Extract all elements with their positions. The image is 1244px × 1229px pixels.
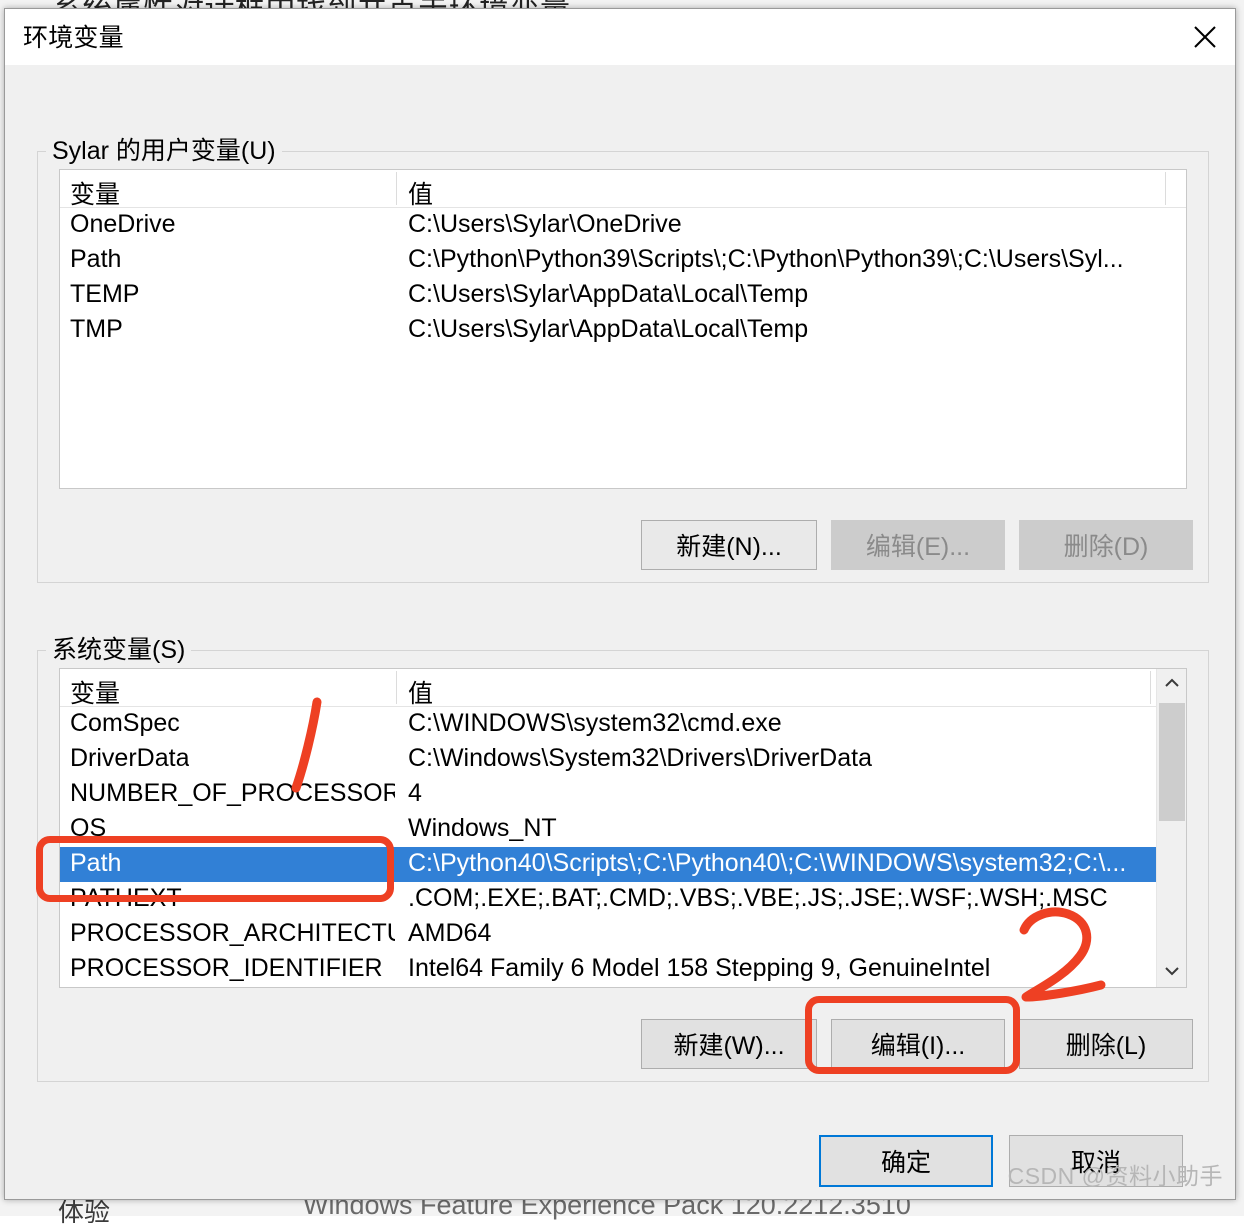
variable-name: Path: [70, 849, 122, 877]
variable-value: Windows_NT: [408, 814, 557, 842]
chevron-down-icon: [1164, 963, 1180, 981]
table-row[interactable]: OS Windows_NT: [60, 812, 1186, 847]
dialog-titlebar: 环境变量: [5, 9, 1235, 65]
variable-name: DriverData: [70, 744, 190, 772]
variable-value: C:\Users\Sylar\AppData\Local\Temp: [408, 315, 809, 343]
watermark: CSDN @资料小助手: [1007, 1163, 1223, 1189]
variable-value: C:\WINDOWS\system32\cmd.exe: [408, 709, 782, 737]
chevron-up-icon: [1164, 675, 1180, 693]
table-row[interactable]: NUMBER_OF_PROCESSORS 4: [60, 777, 1186, 812]
system-variables-list[interactable]: 变量 值 ComSpec C:\WINDOWS\system32\cmd.exe…: [59, 668, 1187, 988]
variable-name: Path: [70, 245, 122, 273]
dialog-title: 环境变量: [23, 24, 124, 52]
system-list-header: 变量 值: [60, 669, 1186, 710]
column-divider: [1150, 671, 1151, 704]
variable-value: C:\Python40\Scripts\;C:\Python40\;C:\WIN…: [408, 849, 1127, 877]
column-header-value[interactable]: 值: [408, 175, 433, 211]
table-row[interactable]: Path C:\Python\Python39\Scripts\;C:\Pyth…: [60, 243, 1186, 278]
system-new-button[interactable]: 新建(W)...: [641, 1019, 817, 1069]
scroll-down-button[interactable]: [1157, 957, 1186, 987]
variable-value: C:\Windows\System32\Drivers\DriverData: [408, 744, 872, 772]
variable-name: OneDrive: [70, 210, 176, 238]
variable-name: OS: [70, 814, 107, 842]
variable-name: PATHEXT: [70, 884, 182, 912]
ok-button[interactable]: 确定: [819, 1135, 993, 1187]
user-variables-list[interactable]: 变量 值 OneDrive C:\Users\Sylar\OneDrive Pa…: [59, 169, 1187, 489]
system-list-scrollbar[interactable]: [1156, 669, 1186, 987]
user-delete-button: 删除(D): [1019, 520, 1193, 570]
scrollbar-thumb[interactable]: [1159, 703, 1185, 821]
user-variables-legend: Sylar 的用户变量(U): [46, 135, 282, 169]
table-row[interactable]: OneDrive C:\Users\Sylar\OneDrive: [60, 208, 1186, 243]
system-delete-button[interactable]: 删除(L): [1019, 1019, 1193, 1069]
variable-value: .COM;.EXE;.BAT;.CMD;.VBS;.VBE;.JS;.JSE;.…: [408, 884, 1108, 912]
close-button[interactable]: [1175, 9, 1235, 64]
column-header-variable[interactable]: 变量: [70, 674, 120, 710]
table-row[interactable]: TMP C:\Users\Sylar\AppData\Local\Temp: [60, 313, 1186, 348]
variable-value: Intel64 Family 6 Model 158 Stepping 9, G…: [408, 954, 991, 982]
table-row[interactable]: PROCESSOR_ARCHITECTU... AMD64: [60, 917, 1186, 952]
variable-name: TEMP: [70, 280, 140, 308]
table-row[interactable]: DriverData C:\Windows\System32\Drivers\D…: [60, 742, 1186, 777]
table-row[interactable]: PATHEXT .COM;.EXE;.BAT;.CMD;.VBS;.VBE;.J…: [60, 882, 1186, 917]
variable-name: PROCESSOR_IDENTIFIER: [70, 954, 383, 982]
table-row[interactable]: TEMP C:\Users\Sylar\AppData\Local\Temp: [60, 278, 1186, 313]
column-header-value[interactable]: 值: [408, 674, 433, 710]
variable-value: C:\Python\Python39\Scripts\;C:\Python\Py…: [408, 245, 1124, 273]
user-new-button[interactable]: 新建(N)...: [641, 520, 817, 570]
table-row-selected[interactable]: Path C:\Python40\Scripts\;C:\Python40\;C…: [60, 847, 1186, 882]
system-variables-legend: 系统变量(S): [46, 634, 192, 668]
variable-value: C:\Users\Sylar\AppData\Local\Temp: [408, 280, 809, 308]
variable-value: 4: [408, 779, 422, 807]
column-divider: [396, 671, 397, 704]
scroll-up-button[interactable]: [1157, 669, 1186, 699]
variable-name: TMP: [70, 315, 123, 343]
user-list-header: 变量 值: [60, 170, 1186, 211]
table-row[interactable]: PROCESSOR_IDENTIFIER Intel64 Family 6 Mo…: [60, 952, 1186, 987]
column-divider: [1165, 172, 1166, 205]
variable-value: AMD64: [408, 919, 492, 947]
close-icon: [1192, 24, 1218, 50]
variable-name: NUMBER_OF_PROCESSORS: [70, 779, 395, 807]
user-edit-button: 编辑(E)...: [831, 520, 1005, 570]
table-row[interactable]: ComSpec C:\WINDOWS\system32\cmd.exe: [60, 707, 1186, 742]
system-edit-button[interactable]: 编辑(I)...: [831, 1019, 1005, 1069]
column-header-variable[interactable]: 变量: [70, 175, 120, 211]
variable-name: ComSpec: [70, 709, 180, 737]
environment-variables-dialog: 环境变量 Sylar 的用户变量(U) 变量 值 OneDrive C:\Use…: [4, 8, 1236, 1200]
column-divider: [396, 172, 397, 205]
variable-value: C:\Users\Sylar\OneDrive: [408, 210, 682, 238]
variable-name: PROCESSOR_ARCHITECTU...: [70, 919, 395, 947]
